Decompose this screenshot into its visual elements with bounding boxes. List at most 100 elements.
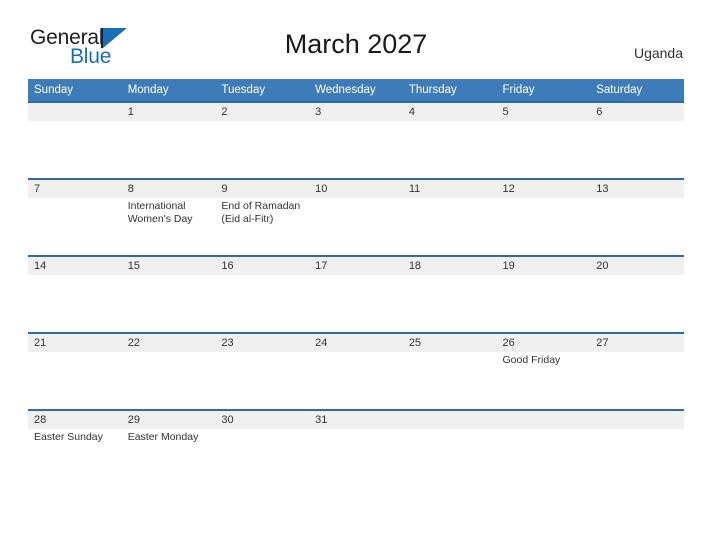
daynum-cell[interactable]: 1 xyxy=(121,101,216,121)
day-events-cell[interactable] xyxy=(309,352,403,410)
day-header-monday: Monday xyxy=(121,79,216,102)
daynum-cell[interactable]: 11 xyxy=(402,178,497,198)
daynum-cell[interactable]: 18 xyxy=(402,255,497,275)
daynum-cell[interactable]: 31 xyxy=(309,409,403,429)
week-2-daynum-row: 7 8 9 10 11 12 13 xyxy=(28,178,684,198)
week-1-daynum-row: 1 2 3 4 5 6 xyxy=(28,101,684,121)
calendar-weeks: 1 2 3 4 5 6 7 8 9 10 11 12 13 Internatio… xyxy=(28,101,684,467)
daynum-cell[interactable]: 20 xyxy=(590,255,684,275)
day-of-week-header-row: Sunday Monday Tuesday Wednesday Thursday… xyxy=(28,79,684,102)
day-events-cell[interactable] xyxy=(590,121,684,179)
event-label: Easter Sunday xyxy=(34,431,103,443)
day-events-cell[interactable] xyxy=(402,121,497,179)
daynum-cell[interactable]: 23 xyxy=(215,332,310,352)
day-events-cell[interactable] xyxy=(215,352,310,410)
day-events-cell[interactable] xyxy=(215,275,310,333)
day-events-cell[interactable] xyxy=(121,352,216,410)
daynum-cell[interactable]: 7 xyxy=(28,178,122,198)
day-header-wednesday: Wednesday xyxy=(309,79,403,102)
week-5-events-row: Easter Sunday Easter Monday xyxy=(28,429,684,467)
week-4-events-row: Good Friday xyxy=(28,352,684,410)
daynum-cell[interactable]: 8 xyxy=(121,178,216,198)
calendar-page: General Blue March 2027 Uganda Sunday Mo… xyxy=(0,0,712,550)
daynum-cell[interactable]: 24 xyxy=(309,332,403,352)
daynum-cell[interactable] xyxy=(590,409,684,429)
day-header-saturday: Saturday xyxy=(590,79,684,102)
week-3-events-row xyxy=(28,275,684,333)
month-calendar-grid: Sunday Monday Tuesday Wednesday Thursday… xyxy=(28,79,684,467)
daynum-cell[interactable]: 3 xyxy=(309,101,403,121)
daynum-cell[interactable]: 15 xyxy=(121,255,216,275)
day-events-cell[interactable] xyxy=(402,198,497,256)
daynum-cell[interactable] xyxy=(28,101,122,121)
day-header-friday: Friday xyxy=(496,79,591,102)
daynum-cell[interactable]: 19 xyxy=(496,255,591,275)
daynum-cell[interactable] xyxy=(496,409,591,429)
daynum-cell[interactable]: 21 xyxy=(28,332,122,352)
daynum-cell[interactable]: 27 xyxy=(590,332,684,352)
day-header-tuesday: Tuesday xyxy=(215,79,310,102)
daynum-cell[interactable]: 29 xyxy=(121,409,216,429)
day-events-cell[interactable] xyxy=(28,352,122,410)
daynum-cell[interactable]: 12 xyxy=(496,178,591,198)
day-events-cell[interactable]: International Women's Day xyxy=(121,198,216,256)
day-events-cell[interactable] xyxy=(496,121,591,179)
day-events-cell[interactable] xyxy=(402,352,497,410)
day-header-thursday: Thursday xyxy=(402,79,497,102)
daynum-cell[interactable]: 6 xyxy=(590,101,684,121)
country-label: Uganda xyxy=(633,45,683,61)
day-events-cell[interactable] xyxy=(309,121,403,179)
day-events-cell[interactable] xyxy=(121,275,216,333)
daynum-cell[interactable]: 17 xyxy=(309,255,403,275)
daynum-cell[interactable]: 30 xyxy=(215,409,310,429)
daynum-cell[interactable]: 26 xyxy=(496,332,591,352)
page-header: General Blue March 2027 Uganda xyxy=(0,0,712,67)
event-label: International xyxy=(127,200,186,212)
day-events-cell[interactable] xyxy=(28,275,122,333)
day-events-cell[interactable]: End of Ramadan (Eid al-Fitr) xyxy=(215,198,310,256)
day-events-cell[interactable]: Easter Monday xyxy=(121,429,216,467)
day-events-cell[interactable] xyxy=(121,121,216,179)
daynum-cell[interactable]: 4 xyxy=(402,101,497,121)
day-events-cell[interactable] xyxy=(215,429,310,467)
daynum-cell[interactable]: 9 xyxy=(215,178,310,198)
day-events-cell[interactable] xyxy=(28,198,122,256)
daynum-cell[interactable]: 22 xyxy=(121,332,216,352)
day-events-cell[interactable] xyxy=(590,198,684,256)
day-events-cell[interactable] xyxy=(590,429,684,467)
daynum-cell[interactable]: 16 xyxy=(215,255,310,275)
daynum-cell[interactable]: 5 xyxy=(496,101,591,121)
daynum-cell[interactable]: 14 xyxy=(28,255,122,275)
page-title: March 2027 xyxy=(284,29,428,59)
day-events-cell[interactable]: Easter Sunday xyxy=(28,429,122,467)
week-3-daynum-row: 14 15 16 17 18 19 20 xyxy=(28,255,684,275)
daynum-cell[interactable] xyxy=(402,409,497,429)
week-4-daynum-row: 21 22 23 24 25 26 27 xyxy=(28,332,684,352)
day-events-cell[interactable] xyxy=(496,275,591,333)
day-events-cell[interactable] xyxy=(496,198,591,256)
day-events-cell[interactable] xyxy=(28,121,122,179)
day-header-sunday: Sunday xyxy=(28,79,122,102)
event-label: End of Ramadan xyxy=(221,200,301,212)
day-events-cell[interactable]: Good Friday xyxy=(496,352,591,410)
event-label: Women's Day xyxy=(127,212,193,225)
daynum-cell[interactable]: 2 xyxy=(215,101,310,121)
day-events-cell[interactable] xyxy=(590,275,684,333)
day-events-cell[interactable] xyxy=(402,275,497,333)
day-events-cell[interactable] xyxy=(309,198,403,256)
day-events-cell[interactable] xyxy=(590,352,684,410)
event-label: (Eid al-Fitr) xyxy=(221,212,274,225)
day-events-cell[interactable] xyxy=(309,429,403,467)
daynum-cell[interactable]: 28 xyxy=(28,409,122,429)
event-label: Easter Monday xyxy=(127,431,199,443)
day-events-cell[interactable] xyxy=(215,121,310,179)
daynum-cell[interactable]: 13 xyxy=(590,178,684,198)
day-events-cell[interactable] xyxy=(402,429,497,467)
day-events-cell[interactable] xyxy=(496,429,591,467)
event-label: Good Friday xyxy=(502,354,561,366)
week-5-daynum-row: 28 29 30 31 xyxy=(28,409,684,429)
daynum-cell[interactable]: 25 xyxy=(402,332,497,352)
day-events-cell[interactable] xyxy=(309,275,403,333)
daynum-cell[interactable]: 10 xyxy=(309,178,403,198)
week-2-events-row: International Women's Day End of Ramadan(… xyxy=(28,198,684,256)
